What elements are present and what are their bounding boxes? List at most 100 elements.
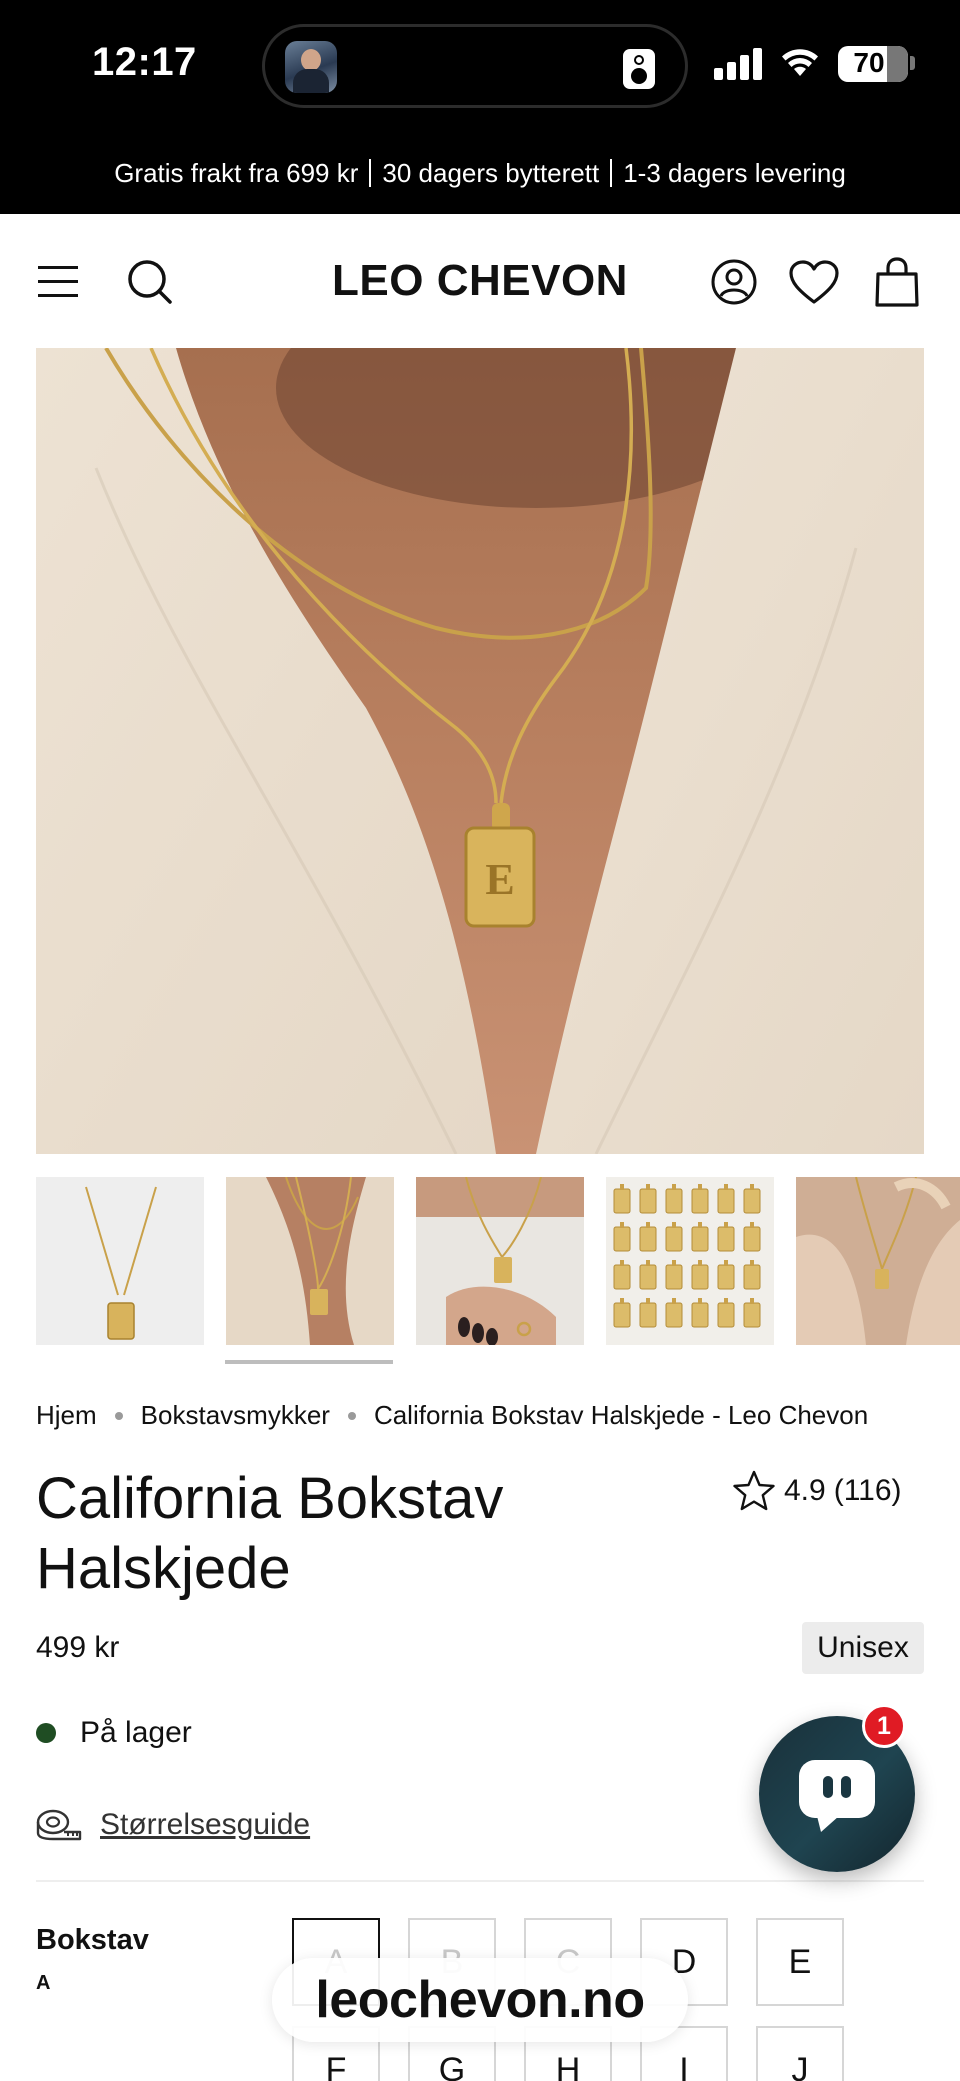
pendant-bail-mark — [620, 1260, 624, 1266]
letter-pendant-mark — [639, 1226, 657, 1252]
product-price: 499 kr — [36, 1631, 120, 1664]
browser-address-bar[interactable]: leochevon.no — [272, 1958, 688, 2042]
pendant-bail-mark — [620, 1222, 624, 1228]
pendant-bail-mark — [698, 1260, 702, 1266]
letter-pendant-mark — [743, 1302, 761, 1328]
cart-bag-icon[interactable] — [874, 256, 920, 308]
letter-pendant-mark — [743, 1264, 761, 1290]
letter-pendant-mark — [665, 1226, 683, 1252]
breadcrumb-current: California Bokstav Halskjede - Leo Chevo… — [373, 1400, 869, 1430]
section-divider — [36, 1880, 924, 1882]
pendant-bail-mark — [646, 1260, 650, 1266]
size-guide-link[interactable]: Størrelsesguide — [100, 1808, 310, 1842]
variant-selected-value: A — [36, 1972, 51, 1994]
pendant-bail-mark — [698, 1184, 702, 1190]
battery-level: 70 — [853, 47, 885, 78]
variant-option-j[interactable]: J — [756, 2026, 844, 2081]
pendant-bail-mark — [620, 1184, 624, 1190]
stock-label: På lager — [80, 1716, 192, 1749]
thumbnail-4[interactable] — [796, 1177, 960, 1345]
product-title: California Bokstav Halskjede — [36, 1466, 504, 1601]
product-rating[interactable]: 4.9 (116) — [732, 1470, 902, 1512]
breadcrumb-home[interactable]: Hjem — [36, 1400, 97, 1431]
pendant-bail-mark — [750, 1260, 754, 1266]
pendant-bail-mark — [750, 1298, 754, 1304]
pendant-bail-mark — [724, 1184, 728, 1190]
wifi-icon — [782, 49, 818, 76]
letter-pendant-mark — [613, 1188, 631, 1214]
variant-option-e[interactable]: E — [756, 1918, 844, 2006]
pendant-bail-mark — [672, 1222, 676, 1228]
account-icon[interactable] — [710, 258, 758, 306]
announcement-bar: Gratis frakt fra 699 kr 30 dagers bytter… — [0, 132, 960, 214]
thumbnail-1[interactable] — [226, 1177, 394, 1345]
cellular-signal-icon — [714, 46, 764, 80]
breadcrumb-separator — [347, 1411, 356, 1420]
review-count: (116) — [833, 1474, 902, 1507]
pendant-bail-mark — [698, 1298, 702, 1304]
letter-pendant-mark — [613, 1226, 631, 1252]
letter-pendant-mark — [665, 1302, 683, 1328]
wishlist-heart-icon[interactable] — [788, 260, 840, 306]
battery-nub — [910, 56, 915, 70]
pendant-bail-mark — [620, 1298, 624, 1304]
breadcrumb: Hjem Bokstavsmykker California Bokstav H… — [36, 1400, 868, 1431]
measuring-tape-icon — [36, 1809, 82, 1841]
status-bar: 12:17 70 — [0, 0, 960, 132]
size-guide[interactable]: Størrelsesguide — [36, 1808, 310, 1842]
rating-value: 4.9 — [784, 1474, 826, 1507]
letter-pendant-mark — [613, 1264, 631, 1290]
announcement-separator — [610, 159, 613, 187]
star-icon — [733, 1470, 775, 1511]
stock-status: På lager — [36, 1716, 192, 1750]
announcement-separator — [369, 159, 372, 187]
letter-pendant-mark — [613, 1302, 631, 1328]
letter-pendant-mark — [639, 1302, 657, 1328]
letter-pendant-mark — [717, 1226, 735, 1252]
pendant-bail-mark — [750, 1222, 754, 1228]
dynamic-island[interactable] — [262, 24, 688, 108]
letter-pendant-mark — [717, 1302, 735, 1328]
active-thumbnail-indicator — [225, 1360, 393, 1364]
letter-pendant-mark — [743, 1226, 761, 1252]
site-header: LEO CHEVON — [0, 214, 960, 348]
unisex-tag: Unisex — [802, 1622, 924, 1674]
now-playing-thumbnail — [285, 41, 337, 93]
letter-pendant-mark — [743, 1188, 761, 1214]
letter-pendant-mark — [717, 1188, 735, 1214]
battery-icon: 70 — [838, 46, 908, 82]
product-main-image[interactable]: E — [36, 348, 924, 1154]
letter-pendant-mark — [691, 1302, 709, 1328]
announcement-delivery-time: 1-3 dagers levering — [623, 157, 846, 188]
pendant-bail-mark — [724, 1222, 728, 1228]
status-time: 12:17 — [92, 40, 197, 84]
pendant-bail-mark — [646, 1298, 650, 1304]
pendant-bail-mark — [646, 1222, 650, 1228]
letter-pendant-mark — [639, 1188, 657, 1214]
letter-pendant-mark — [691, 1226, 709, 1252]
letter-pendant-mark — [665, 1264, 683, 1290]
pendant-bail-mark — [672, 1260, 676, 1266]
variant-label: Bokstav — [36, 1924, 149, 1956]
pendant-bail-mark — [646, 1184, 650, 1190]
pendant-bail-mark — [672, 1298, 676, 1304]
breadcrumb-separator — [114, 1411, 123, 1420]
thumbnail-3[interactable] — [606, 1177, 774, 1345]
chat-notification-badge: 1 — [862, 1704, 906, 1748]
thumbnail-strip[interactable] — [36, 1177, 960, 1345]
announcement-free-shipping: Gratis frakt fra 699 kr — [114, 157, 359, 188]
speaker-icon — [623, 49, 655, 89]
breadcrumb-category[interactable]: Bokstavsmykker — [141, 1400, 330, 1431]
thumbnail-2[interactable] — [416, 1177, 584, 1345]
letter-pendant-mark — [717, 1264, 735, 1290]
pendant-bail-mark — [698, 1222, 702, 1228]
svg-text:E: E — [485, 855, 514, 904]
letter-pendant-mark — [665, 1188, 683, 1214]
chat-bubble-icon — [799, 1760, 875, 1832]
thumbnail-0[interactable] — [36, 1177, 204, 1345]
pendant-bail-mark — [724, 1298, 728, 1304]
letter-pendant-mark — [639, 1264, 657, 1290]
pendant-bail-mark — [724, 1260, 728, 1266]
letter-pendant-mark — [691, 1188, 709, 1214]
pendant-bail-mark — [750, 1184, 754, 1190]
